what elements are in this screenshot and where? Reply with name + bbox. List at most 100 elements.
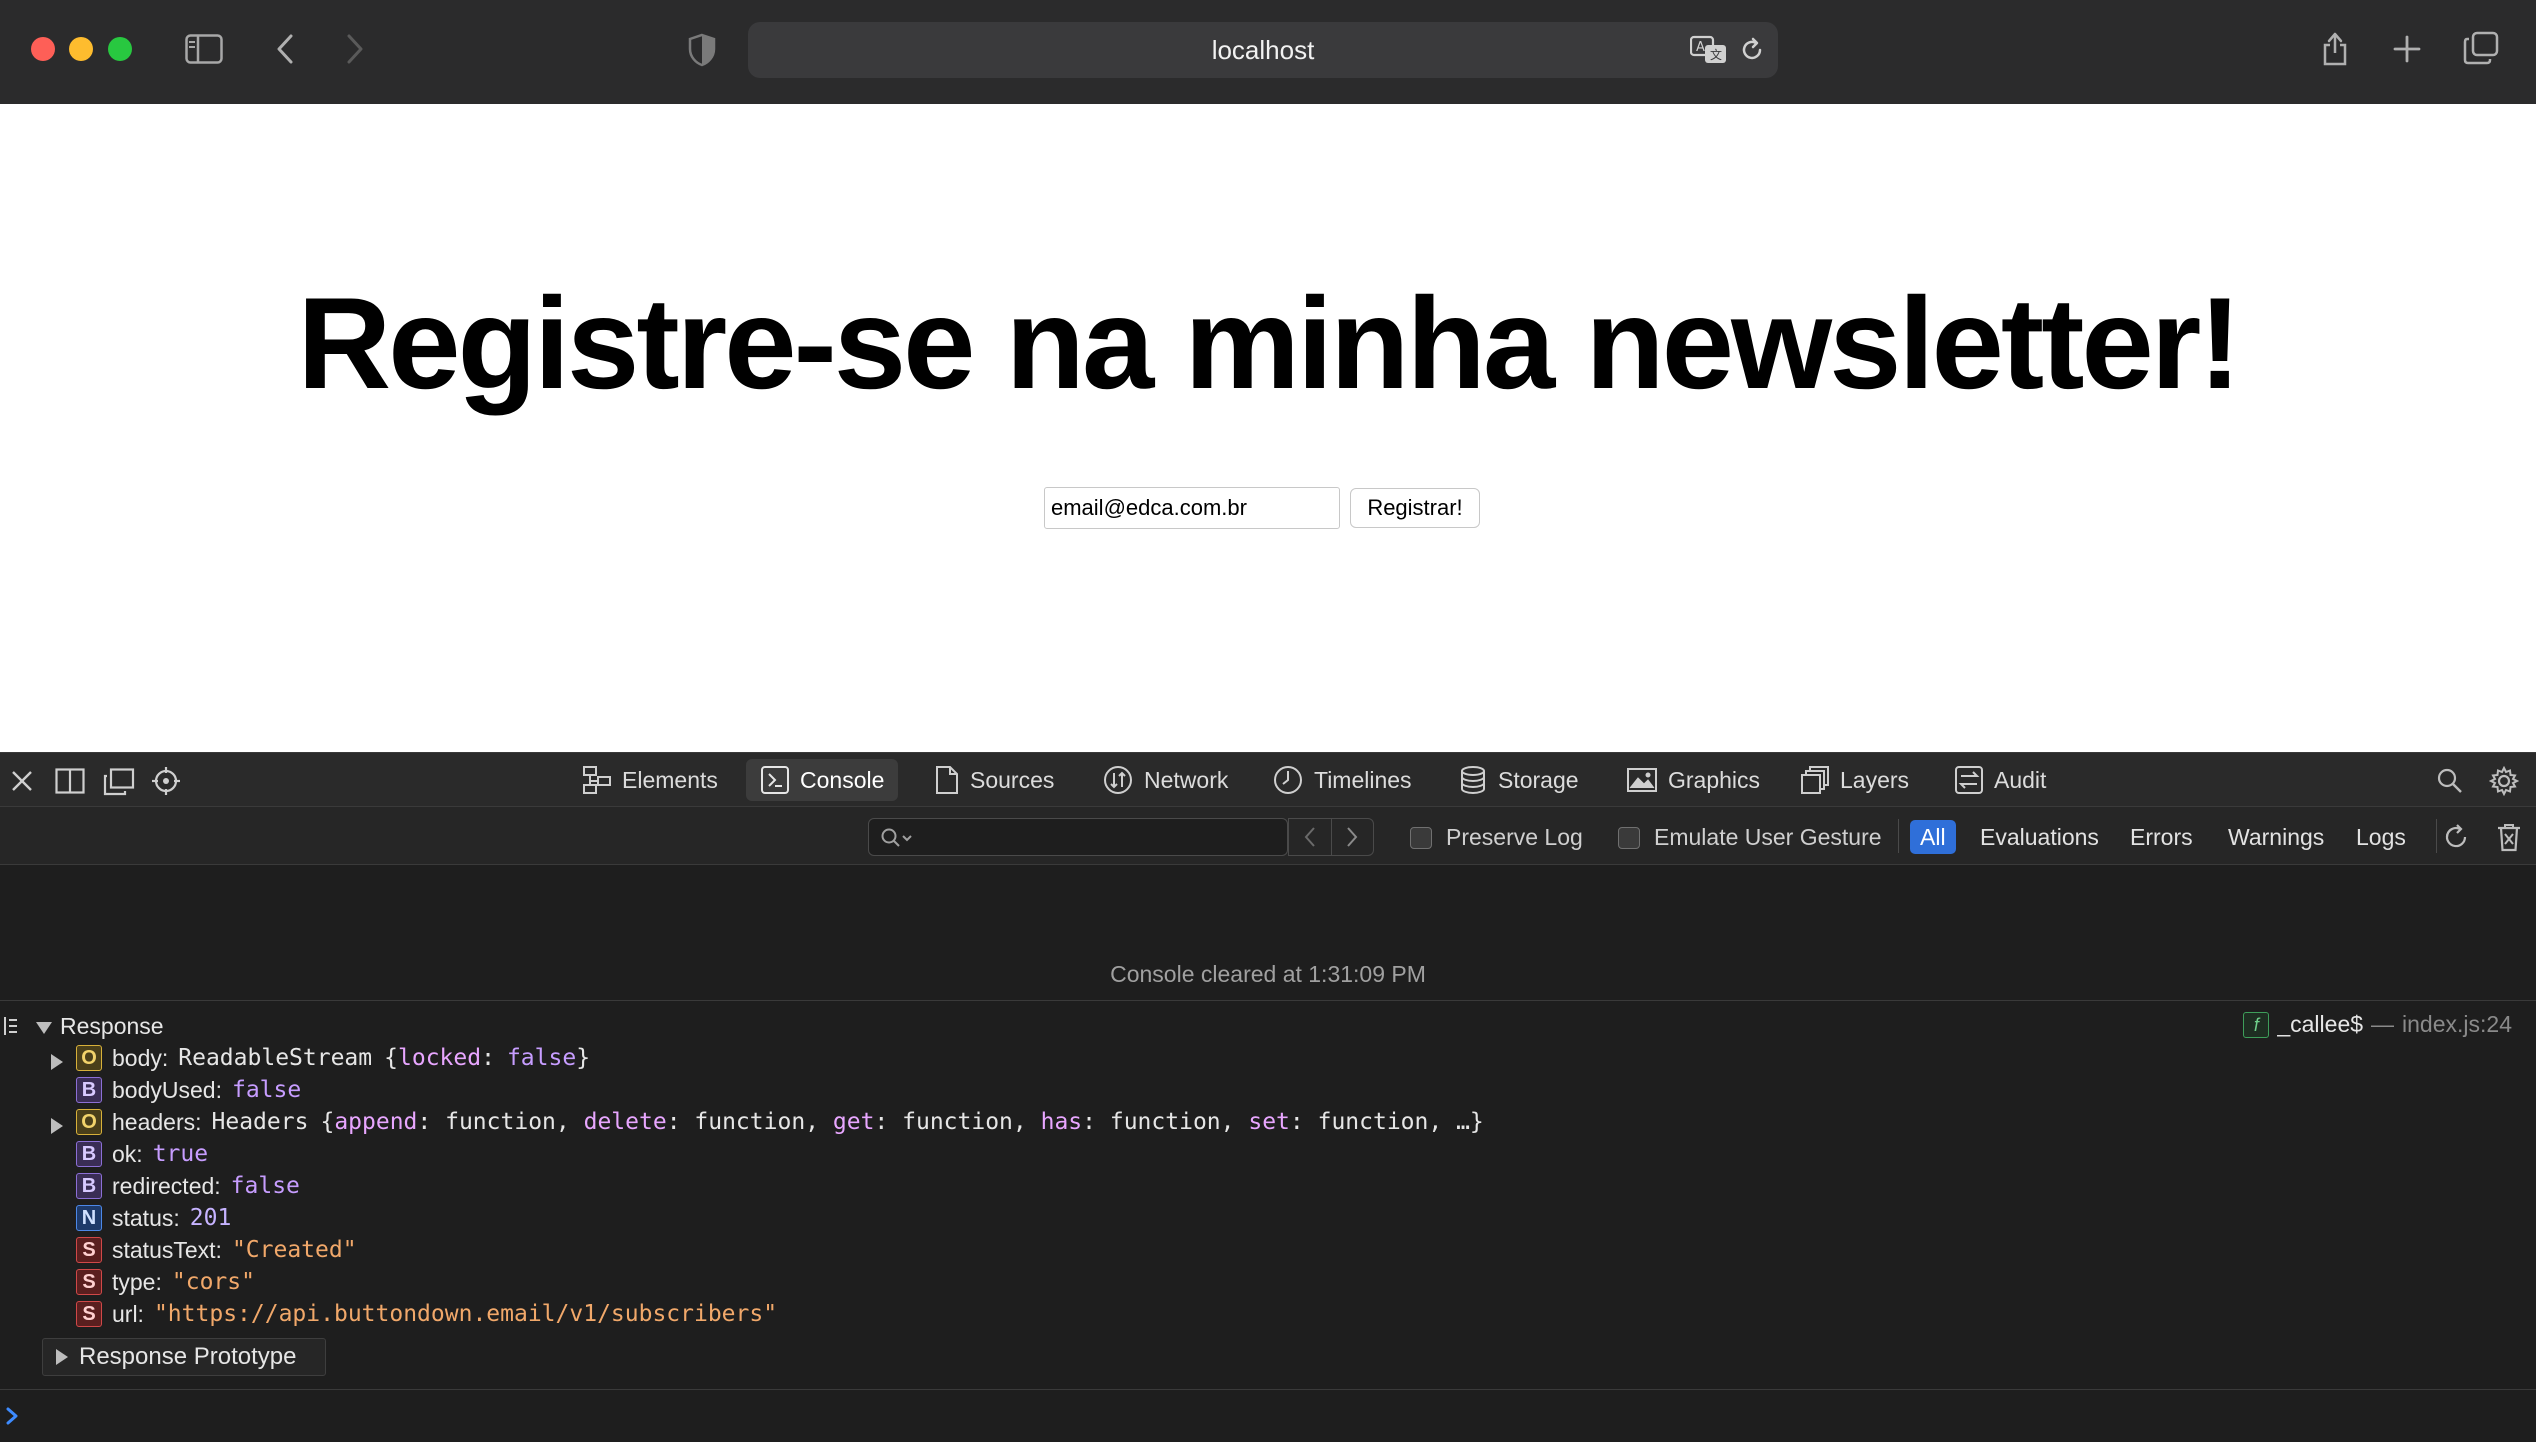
- storage-icon: [1461, 766, 1485, 795]
- prop-headers[interactable]: O headers: Headers { append: function, d…: [51, 1107, 1484, 1137]
- tab-layers-label: Layers: [1840, 766, 1910, 793]
- string-type-icon: S: [76, 1237, 102, 1263]
- brace-tail: …}: [1456, 1109, 1484, 1135]
- close-window-button[interactable]: [31, 37, 55, 61]
- minimize-window-button[interactable]: [69, 37, 93, 61]
- tab-sources[interactable]: Sources: [920, 759, 1068, 801]
- console-prompt-input[interactable]: [0, 1390, 2536, 1442]
- forward-icon[interactable]: [340, 32, 370, 66]
- tab-audit-label: Audit: [1994, 766, 2047, 793]
- sidebar-toggle-icon[interactable]: [184, 32, 224, 66]
- string-type-icon: S: [76, 1301, 102, 1327]
- prop-subvalue: false: [506, 1045, 577, 1071]
- tab-overview-icon[interactable]: [2462, 30, 2500, 66]
- close-inspector-icon[interactable]: [8, 767, 36, 795]
- source-location-link[interactable]: index.js:24: [2402, 1011, 2512, 1038]
- level-errors-button[interactable]: Errors: [2120, 820, 2203, 854]
- level-evaluations-button[interactable]: Evaluations: [1970, 820, 2109, 854]
- undock-icon[interactable]: [102, 767, 136, 797]
- console-cleared-message: Console cleared at 1:31:09 PM: [1110, 961, 1426, 987]
- header-value: function: [1109, 1109, 1221, 1135]
- emulate-gesture-label: Emulate User Gesture: [1654, 824, 1882, 850]
- level-logs-button[interactable]: Logs: [2346, 820, 2416, 854]
- prop-value: false: [230, 1173, 300, 1199]
- boolean-type-icon: B: [76, 1173, 102, 1199]
- prop-value: "Created": [231, 1237, 357, 1263]
- new-tab-icon[interactable]: [2390, 32, 2424, 66]
- inspect-element-icon[interactable]: [150, 765, 182, 797]
- next-match-icon[interactable]: [1330, 819, 1374, 855]
- tab-storage[interactable]: Storage: [1444, 759, 1593, 801]
- response-prototype-row[interactable]: Response Prototype: [42, 1338, 326, 1376]
- dock-side-icon[interactable]: [54, 767, 86, 795]
- reload-icon[interactable]: [1738, 36, 1766, 64]
- register-button[interactable]: Registrar!: [1350, 488, 1480, 528]
- expand-triangle-icon[interactable]: [50, 1114, 64, 1141]
- collapse-triangle-icon[interactable]: [34, 1019, 54, 1037]
- filter-divider: [1898, 819, 1899, 853]
- preserve-log-box[interactable]: [1410, 826, 1432, 849]
- function-icon: f: [2243, 1011, 2270, 1038]
- prop-status: N status: 201: [76, 1203, 231, 1233]
- tab-timelines-label: Timelines: [1314, 766, 1412, 793]
- search-icon[interactable]: [2436, 767, 2464, 795]
- preserve-log-checkbox[interactable]: Preserve Log: [1410, 824, 1583, 851]
- tab-graphics[interactable]: Graphics: [1612, 759, 1774, 801]
- prop-type: Headers: [211, 1109, 309, 1135]
- previous-match-icon[interactable]: [1289, 819, 1331, 855]
- prop-key: url:: [112, 1300, 144, 1327]
- level-warnings-button[interactable]: Warnings: [2218, 820, 2334, 854]
- share-icon[interactable]: [2318, 28, 2352, 68]
- tab-console-label: Console: [800, 766, 885, 793]
- privacy-shield-icon[interactable]: [686, 32, 718, 68]
- reload-on-clear-icon[interactable]: [2440, 821, 2472, 853]
- tab-timelines[interactable]: Timelines: [1258, 759, 1426, 801]
- email-input[interactable]: [1044, 487, 1340, 529]
- level-all-button[interactable]: All: [1910, 820, 1956, 854]
- object-type-icon: O: [76, 1109, 102, 1135]
- tab-layers[interactable]: Layers: [1786, 759, 1923, 801]
- expand-triangle-icon[interactable]: [50, 1050, 64, 1077]
- clear-console-icon[interactable]: [2494, 821, 2524, 853]
- settings-gear-icon[interactable]: [2488, 765, 2520, 797]
- boolean-type-icon: B: [76, 1141, 102, 1167]
- header-value: function: [1317, 1109, 1429, 1135]
- tab-elements[interactable]: Elements: [568, 759, 732, 801]
- tab-network[interactable]: Network: [1088, 759, 1242, 801]
- prop-value: false: [231, 1077, 302, 1103]
- emulate-gesture-box[interactable]: [1618, 826, 1640, 849]
- translate-icon[interactable]: A文: [1690, 34, 1728, 66]
- header-value: function: [902, 1109, 1013, 1135]
- graphics-icon: [1627, 768, 1657, 792]
- tab-audit[interactable]: Audit: [1940, 759, 2060, 801]
- header-key: append: [334, 1109, 418, 1135]
- prop-type: ReadableStream: [178, 1045, 373, 1071]
- number-type-icon: N: [76, 1205, 102, 1231]
- prop-key: bodyUsed:: [112, 1076, 222, 1103]
- tab-console[interactable]: Console: [746, 759, 899, 801]
- zoom-window-button[interactable]: [108, 37, 132, 61]
- network-icon: [1104, 766, 1132, 794]
- log-source-location[interactable]: f _callee$ — index.js:24: [2243, 1011, 2512, 1038]
- filter-nav-arrows: [1288, 818, 1374, 856]
- web-page: Registre-se na minha newsletter! Registr…: [0, 104, 2536, 752]
- brace-close: }: [576, 1045, 591, 1071]
- console-filter-input[interactable]: [868, 818, 1288, 856]
- expand-triangle-icon[interactable]: [55, 1348, 69, 1366]
- tab-elements-label: Elements: [622, 766, 718, 793]
- console-filter-bar: Preserve Log Emulate User Gesture All Ev…: [0, 807, 2536, 865]
- address-bar[interactable]: localhost A文: [748, 22, 1778, 78]
- prop-value[interactable]: "https://api.buttondown.email/v1/subscri…: [154, 1301, 777, 1327]
- prop-value: "cors": [171, 1269, 255, 1295]
- prop-body[interactable]: O body: ReadableStream { locked : false …: [51, 1043, 591, 1073]
- source-function: _callee$: [2277, 1011, 2364, 1037]
- back-icon[interactable]: [270, 32, 300, 66]
- audit-icon: [1955, 766, 1983, 794]
- filter-divider-2: [2436, 819, 2437, 853]
- browser-toolbar: localhost A文: [0, 0, 2536, 104]
- header-value: function: [445, 1109, 556, 1135]
- prop-url: S url: "https://api.buttondown.email/v1/…: [76, 1299, 777, 1329]
- header-key: set: [1248, 1109, 1290, 1135]
- brace-open: {: [384, 1045, 398, 1071]
- emulate-gesture-checkbox[interactable]: Emulate User Gesture: [1618, 824, 1882, 851]
